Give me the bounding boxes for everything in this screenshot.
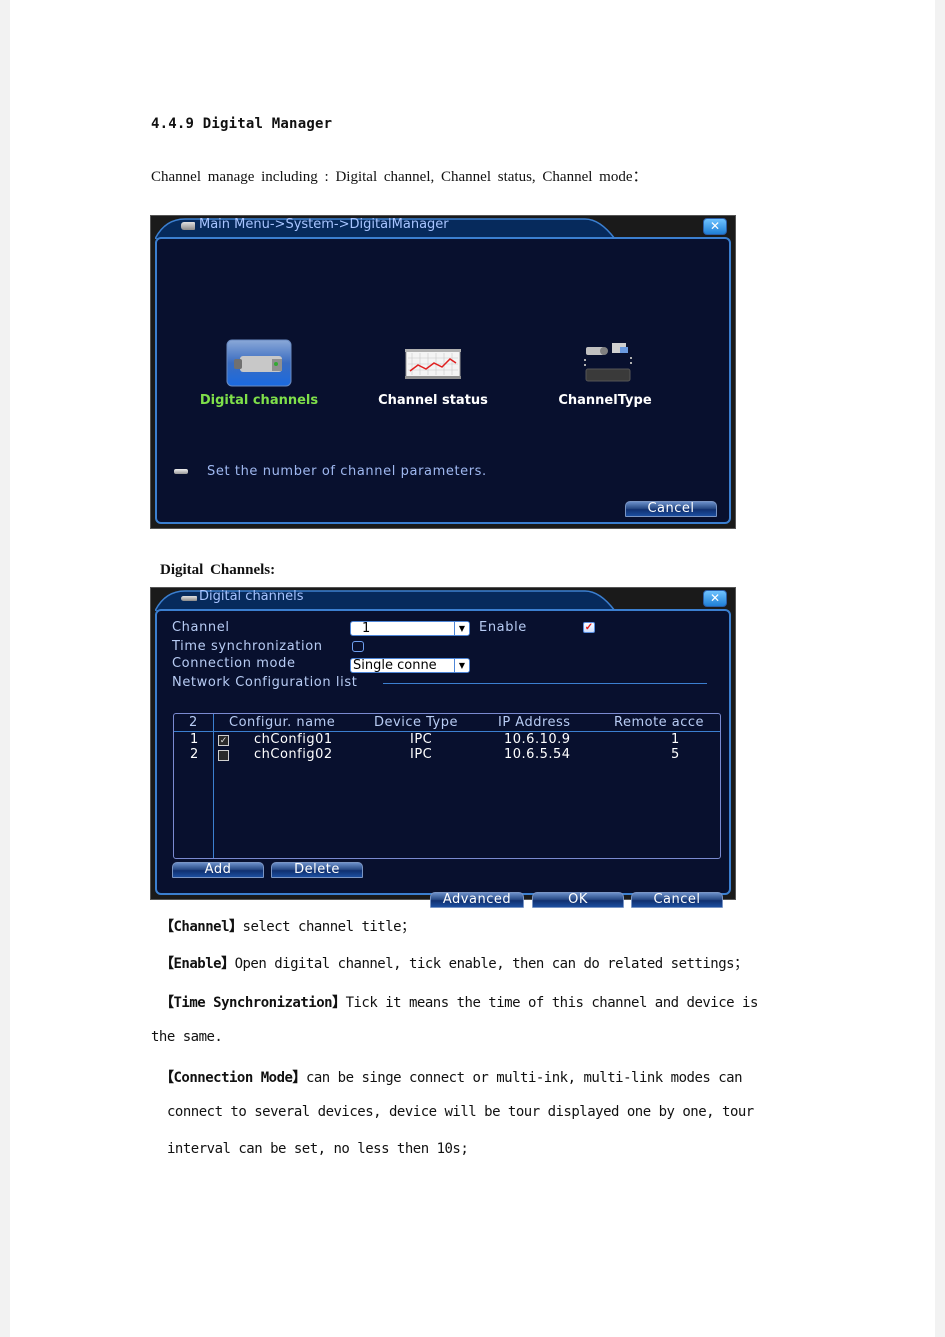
menu-item-label: Digital channels <box>199 393 319 408</box>
intro-text: Channel manage including : Digital chann… <box>151 169 648 185</box>
menu-item-label: ChannelType <box>558 393 652 408</box>
row-checkbox[interactable]: ✓ <box>218 735 229 746</box>
divider <box>383 683 707 684</box>
network-list-label: Network Configuration list <box>172 675 358 690</box>
add-button[interactable]: Add <box>172 862 264 878</box>
title-bar: Digital channels ✕ <box>151 588 735 611</box>
camera-icon <box>181 222 195 230</box>
enable-checkbox[interactable]: ✓ <box>583 622 595 633</box>
config-name: chConfig02 <box>254 747 333 762</box>
close-button[interactable]: ✕ <box>703 590 727 607</box>
config-name: chConfig01 <box>254 732 333 747</box>
column-header-ip: IP Address <box>498 715 571 730</box>
enable-label: Enable <box>479 620 527 635</box>
digital-manager-window: Main Menu->System->DigitalManager ✕ Digi… <box>150 215 736 529</box>
channel-select[interactable]: 1 ▼ <box>350 621 470 636</box>
pointer-icon <box>174 469 188 474</box>
column-header-name: Configur. name <box>229 715 336 730</box>
title-bar: Main Menu->System->DigitalManager ✕ <box>151 216 735 239</box>
close-button[interactable]: ✕ <box>703 218 727 235</box>
network-config-table: 2 Configur. name Device Type IP Address … <box>173 713 721 859</box>
channel-label: Channel <box>172 620 230 635</box>
description-key: 【Time Synchronization】 <box>160 995 346 1011</box>
checkmark-icon: ✓ <box>219 735 228 745</box>
connection-mode-select[interactable]: Single conne ▼ <box>350 658 470 673</box>
advanced-button[interactable]: Advanced <box>430 892 524 908</box>
description-time-sync-cont: the same. <box>151 1029 223 1045</box>
hint-text: Set the number of channel parameters. <box>207 464 487 479</box>
menu-item-channel-type[interactable]: ChannelType <box>525 339 685 408</box>
description-key: 【Channel】 <box>160 919 243 935</box>
device-type: IPC <box>410 732 433 747</box>
chevron-down-icon: ▼ <box>454 622 469 635</box>
pointer-icon <box>181 596 197 601</box>
column-header-remote: Remote acce <box>614 715 705 730</box>
description-text: Open digital channel, tick enable, then … <box>234 956 749 972</box>
close-icon: ✕ <box>709 219 721 233</box>
description-text: select channel title； <box>242 919 416 935</box>
description-key: 【Enable】 <box>160 956 235 972</box>
row-checkbox[interactable] <box>218 750 229 761</box>
ok-button[interactable]: OK <box>532 892 624 908</box>
close-icon: ✕ <box>709 591 721 605</box>
checkmark-icon: ✓ <box>584 622 594 633</box>
remote-channel: 5 <box>671 747 680 762</box>
window-body: Digital channels Channel status ChannelT… <box>155 237 731 524</box>
delete-button[interactable]: Delete <box>271 862 363 878</box>
cancel-button[interactable]: Cancel <box>625 501 717 517</box>
line-chart-icon <box>400 339 466 387</box>
time-sync-checkbox[interactable] <box>352 641 364 652</box>
description-connection-mode-cont2: interval can be set, no less then 10s; <box>167 1141 469 1157</box>
window-title: Digital channels <box>199 589 304 604</box>
menu-item-digital-channels[interactable]: Digital channels <box>179 339 339 408</box>
description-connection-mode-cont: connect to several devices, device will … <box>167 1104 754 1120</box>
time-sync-label: Time synchronization <box>172 639 323 654</box>
description-text: Tick it means the time of this channel a… <box>345 995 759 1011</box>
window-body: Channel 1 ▼ Enable ✓ Time synchronizatio… <box>155 609 731 908</box>
row-index: 1 <box>190 732 199 747</box>
row-index: 2 <box>190 747 199 762</box>
cancel-button[interactable]: Cancel <box>631 892 723 908</box>
subsection-heading: Digital Channels: <box>160 562 276 578</box>
column-header-device-type: Device Type <box>374 715 458 730</box>
window-title: Main Menu->System->DigitalManager <box>199 217 449 232</box>
remote-channel: 1 <box>671 732 680 747</box>
description-channel: 【Channel】select channel title； <box>160 916 415 936</box>
description-connection-mode: 【Connection Mode】can be singe connect or… <box>160 1067 743 1087</box>
connection-mode-label: Connection mode <box>172 656 296 671</box>
ip-address: 10.6.10.9 <box>504 732 571 747</box>
connection-mode-value: Single conne <box>353 658 437 673</box>
section-heading: 4.4.9 Digital Manager <box>151 116 333 132</box>
camera-recorder-icon <box>572 339 638 387</box>
description-time-sync: 【Time Synchronization】Tick it means the … <box>160 992 758 1012</box>
column-divider <box>213 714 214 858</box>
chevron-down-icon: ▼ <box>454 659 469 672</box>
ip-address: 10.6.5.54 <box>504 747 571 762</box>
column-header-count: 2 <box>189 715 198 730</box>
digital-channels-window: Digital channels ✕ Channel 1 ▼ Enable ✓ … <box>150 587 736 908</box>
ip-camera-icon <box>226 339 292 387</box>
menu-item-label: Channel status <box>378 393 488 408</box>
channel-value: 1 <box>362 621 371 636</box>
description-key: 【Connection Mode】 <box>160 1070 306 1086</box>
device-type: IPC <box>410 747 433 762</box>
menu-item-channel-status[interactable]: Channel status <box>353 339 513 408</box>
description-text: can be singe connect or multi-ink, multi… <box>305 1070 743 1086</box>
description-enable: 【Enable】Open digital channel, tick enabl… <box>160 953 748 973</box>
